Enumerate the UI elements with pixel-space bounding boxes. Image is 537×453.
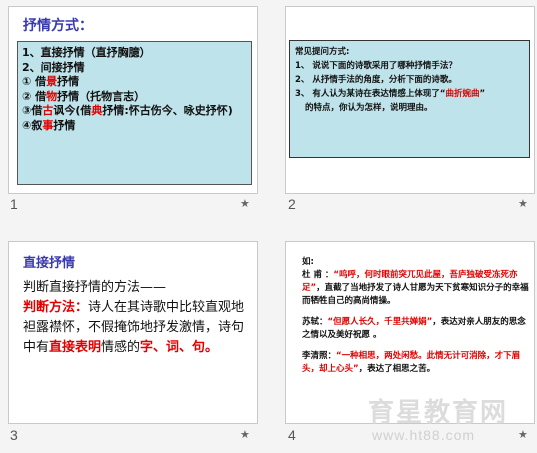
slide-title: 抒情方式：	[23, 18, 93, 34]
slide-thumbnail-1[interactable]: 抒情方式： 1、直接抒情（直抒胸臆） 2、间接抒情 ① 借景抒情 ② 借物抒情（…	[8, 6, 258, 194]
question-2: 2、 从抒情手法的角度，分析下面的诗歌。	[295, 75, 457, 85]
slide-body: 如: 杜 甫 ：“呜呼，何时眼前突兀见此屋，吾庐独破受冻死亦足”，直截了当地抒发…	[302, 256, 530, 376]
slide-title: 直接抒情	[23, 256, 76, 271]
star-icon[interactable]: ★	[240, 197, 250, 210]
slide-number: 1	[10, 196, 18, 212]
question-3: 3、 有人认为某诗在表达情感上体现了“曲折婉曲”	[295, 89, 486, 99]
star-icon[interactable]: ★	[518, 428, 528, 441]
content-box: 常见提问方式: 1、 说说下面的诗歌采用了哪种抒情手法？ 2、 从抒情手法的角度…	[289, 40, 530, 158]
star-icon[interactable]: ★	[518, 197, 528, 210]
body-label: 如:	[302, 257, 314, 267]
slide-number: 3	[10, 427, 18, 443]
list-item: 1、直接抒情（直抒胸臆）	[22, 46, 151, 59]
question-1: 1、 说说下面的诗歌采用了哪种抒情手法？	[295, 61, 457, 71]
slide-thumbnail-2[interactable]: 常见提问方式: 1、 说说下面的诗歌采用了哪种抒情手法？ 2、 从抒情手法的角度…	[285, 6, 535, 194]
star-icon[interactable]: ★	[240, 428, 250, 441]
slide-body: 判断直接抒情的方法—— 判断方法：诗人在其诗歌中比较直观地袒露襟怀，不假掩饰地抒…	[23, 278, 255, 358]
slide-number: 2	[288, 196, 296, 212]
watermark-logo: 育星教育网	[368, 398, 509, 428]
list-item: ④叙事抒情	[22, 118, 76, 132]
slide-number: 4	[288, 427, 296, 443]
slide-thumbnail-3[interactable]: 直接抒情 判断直接抒情的方法—— 判断方法：诗人在其诗歌中比较直观地袒露襟怀，不…	[8, 241, 258, 424]
body-paragraph: 判断方法：诗人在其诗歌中比较直观地袒露襟怀，不假掩饰地抒发激情，诗句中有直接表明…	[23, 300, 245, 355]
list-item: 2、间接抒情	[22, 60, 85, 74]
box-heading: 常见提问方式:	[295, 47, 350, 57]
body-paragraph: 杜 甫 ：“呜呼，何时眼前突兀见此屋，吾庐独破受冻死亦足”，直截了当地抒发了诗人…	[302, 270, 529, 306]
body-line: 判断直接抒情的方法——	[23, 280, 167, 295]
content-box: 1、直接抒情（直抒胸臆） 2、间接抒情 ① 借景抒情 ② 借物抒情（托物言志） …	[17, 41, 252, 185]
question-3-cont: 的特点，你认为怎样，说明理由。	[305, 103, 433, 113]
list-item: ① 借景抒情	[22, 75, 80, 88]
watermark-url: www.ht88.com	[372, 427, 476, 443]
body-paragraph: 李清照：“一种相思，两处闲愁。此情无计可消除，才下眉头，却上心头”，表达了相思之…	[302, 351, 521, 374]
list-item: ② 借物抒情（托物言志）	[22, 89, 146, 103]
body-paragraph: 苏轼：“但愿人长久，千里共婵娟”，表达对亲人朋友的思念之情以及美好祝愿 。	[302, 317, 526, 340]
list-item: ③借古讽今(借典抒情:怀古伤今、咏史抒怀)	[22, 104, 233, 117]
